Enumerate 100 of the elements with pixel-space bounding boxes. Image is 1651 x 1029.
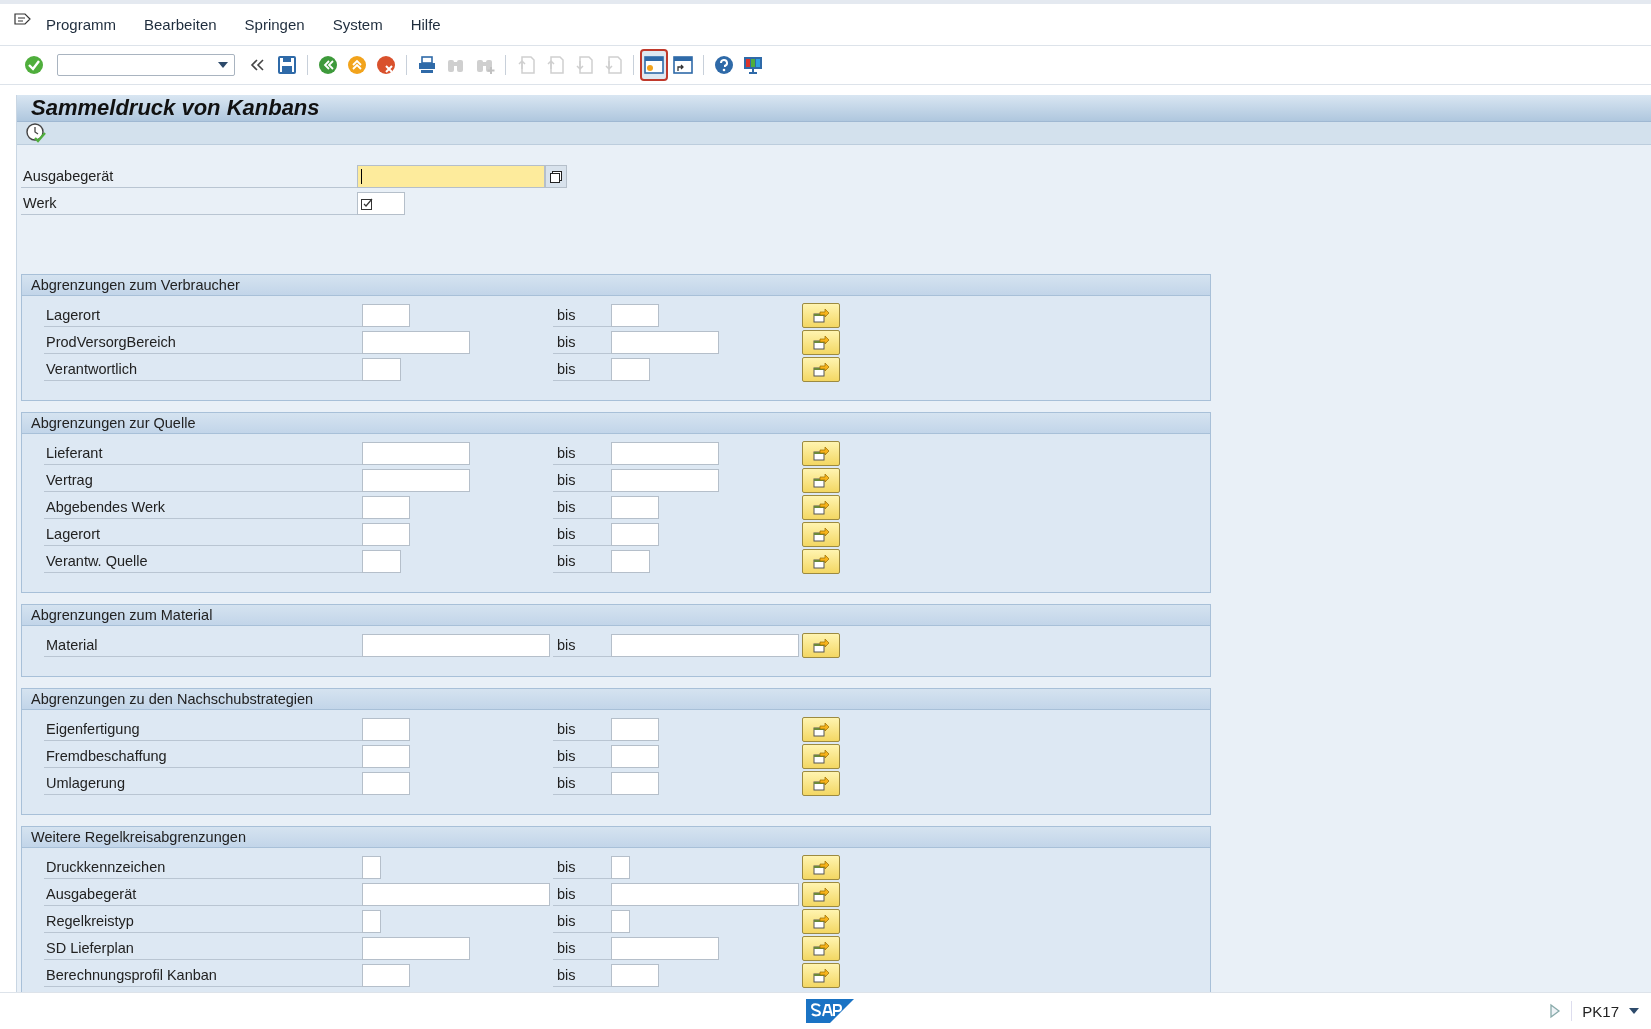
field-label: SD Lieferplan xyxy=(44,937,362,960)
field-label: Umlagerung xyxy=(44,772,362,795)
folder-arrow-icon xyxy=(812,361,830,378)
multiple-selection-button[interactable] xyxy=(802,522,840,547)
input-field[interactable] xyxy=(611,550,650,573)
menu-item[interactable]: System xyxy=(332,16,383,33)
input-field[interactable] xyxy=(611,442,719,465)
screen-title: Sammeldruck von Kanbans xyxy=(31,95,320,121)
multiple-selection-button[interactable] xyxy=(802,303,840,328)
section-title: Abgrenzungen zum Verbraucher xyxy=(22,275,1210,296)
overlapping-squares-icon xyxy=(549,169,563,184)
field-label: Vertrag xyxy=(44,469,362,492)
dropdown-caret-icon[interactable] xyxy=(1629,1008,1639,1014)
field-label: Lagerort xyxy=(44,304,362,327)
multiple-selection-button[interactable] xyxy=(802,633,840,658)
multiple-selection-button[interactable] xyxy=(802,549,840,574)
input-field[interactable] xyxy=(362,964,410,987)
clock-check-icon[interactable] xyxy=(25,122,47,144)
input-field[interactable] xyxy=(611,937,719,960)
input-field[interactable] xyxy=(357,192,405,215)
multiple-selection-button[interactable] xyxy=(802,357,840,382)
folder-arrow-icon xyxy=(812,940,830,957)
field-label: Werk xyxy=(21,192,357,215)
input-field[interactable] xyxy=(362,469,470,492)
input-field[interactable] xyxy=(611,634,799,657)
field-label: Verantwortlich xyxy=(44,358,362,381)
folder-arrow-icon xyxy=(812,886,830,903)
multiple-selection-button[interactable] xyxy=(802,468,840,493)
input-field[interactable] xyxy=(362,937,470,960)
input-field[interactable] xyxy=(611,856,630,879)
input-field[interactable] xyxy=(611,358,650,381)
folder-arrow-icon xyxy=(812,859,830,876)
multiple-selection-button[interactable] xyxy=(802,936,840,961)
multiple-selection-button[interactable] xyxy=(802,909,840,934)
input-field[interactable] xyxy=(611,523,659,546)
value-help-button[interactable] xyxy=(545,165,567,188)
section-title: Abgrenzungen zu den Nachschubstrategien xyxy=(22,689,1210,710)
input-field[interactable] xyxy=(611,883,799,906)
multiple-selection-button[interactable] xyxy=(802,495,840,520)
input-field[interactable] xyxy=(611,910,630,933)
menu-item[interactable]: Springen xyxy=(244,16,305,33)
input-field[interactable] xyxy=(362,331,470,354)
field-label: Verantw. Quelle xyxy=(44,550,362,573)
field-label: Eigenfertigung xyxy=(44,718,362,741)
input-field[interactable] xyxy=(362,358,401,381)
multiple-selection-button[interactable] xyxy=(802,963,840,988)
menu-item[interactable]: Programm xyxy=(46,16,116,33)
play-icon[interactable] xyxy=(1549,1003,1562,1019)
section-title: Weitere Regelkreisabgrenzungen xyxy=(22,827,1210,848)
field-label: Lieferant xyxy=(44,442,362,465)
folder-arrow-icon xyxy=(812,445,830,462)
transaction-code: PK17 xyxy=(1582,1002,1619,1020)
input-field[interactable] xyxy=(611,496,659,519)
multiple-selection-button[interactable] xyxy=(802,441,840,466)
input-field[interactable] xyxy=(611,469,719,492)
field-label: Ausgabegerät xyxy=(44,883,362,906)
required-entry-icon xyxy=(361,197,373,210)
input-field[interactable] xyxy=(611,772,659,795)
multiple-selection-button[interactable] xyxy=(802,744,840,769)
input-field[interactable] xyxy=(362,634,550,657)
field-label: Ausgabegerät xyxy=(21,165,357,188)
multiple-selection-button[interactable] xyxy=(802,330,840,355)
field-label: Regelkreistyp xyxy=(44,910,362,933)
folder-arrow-icon xyxy=(812,748,830,765)
input-field[interactable] xyxy=(611,718,659,741)
dropdown-caret-icon[interactable] xyxy=(218,62,228,68)
folder-arrow-icon xyxy=(812,307,830,324)
menu-item[interactable]: Bearbeiten xyxy=(144,16,217,33)
folder-arrow-icon xyxy=(812,775,830,792)
menu-icon[interactable] xyxy=(14,12,32,27)
command-field[interactable] xyxy=(57,54,235,76)
input-field[interactable] xyxy=(611,745,659,768)
multiple-selection-button[interactable] xyxy=(802,882,840,907)
new-window-icon[interactable] xyxy=(642,51,666,79)
multiple-selection-button[interactable] xyxy=(802,771,840,796)
input-field[interactable] xyxy=(611,964,659,987)
input-field[interactable] xyxy=(362,523,410,546)
logo-icon xyxy=(805,999,854,1023)
input-field[interactable] xyxy=(362,442,470,465)
menu-item[interactable]: Hilfe xyxy=(410,16,441,33)
input-field[interactable] xyxy=(362,883,550,906)
field-label: Fremdbeschaffung xyxy=(44,745,362,768)
input-field[interactable] xyxy=(357,165,545,188)
input-field[interactable] xyxy=(362,496,410,519)
input-field[interactable] xyxy=(362,910,381,933)
multiple-selection-button[interactable] xyxy=(802,855,840,880)
input-field[interactable] xyxy=(362,550,401,573)
input-field[interactable] xyxy=(362,304,410,327)
input-field[interactable] xyxy=(362,718,410,741)
input-field[interactable] xyxy=(362,856,381,879)
input-field[interactable] xyxy=(611,304,659,327)
multiple-selection-button[interactable] xyxy=(802,717,840,742)
folder-arrow-icon xyxy=(812,967,830,984)
folder-arrow-icon xyxy=(812,721,830,738)
field-label: Abgebendes Werk xyxy=(44,496,362,519)
input-field[interactable] xyxy=(362,772,410,795)
input-field[interactable] xyxy=(611,331,719,354)
input-field[interactable] xyxy=(362,745,410,768)
folder-arrow-icon xyxy=(812,499,830,516)
field-label: ProdVersorgBereich xyxy=(44,331,362,354)
